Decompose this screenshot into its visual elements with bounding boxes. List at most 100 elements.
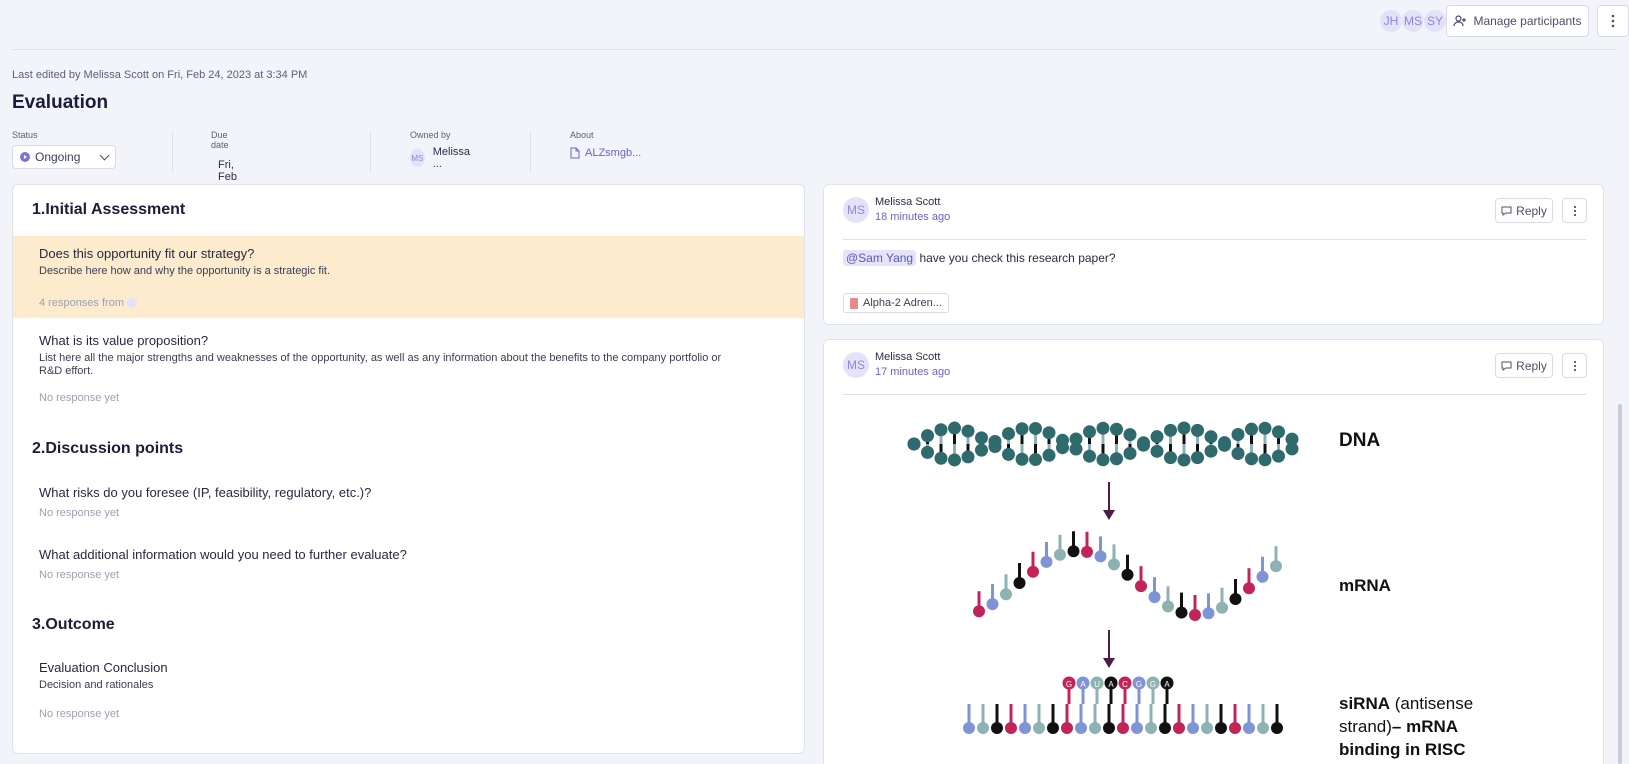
- dna-base: [1258, 421, 1272, 435]
- question-description: List here all the major strengths and we…: [39, 352, 722, 377]
- dna-base: [934, 451, 948, 465]
- participant-avatars[interactable]: JH MS SY: [1379, 9, 1447, 33]
- comment-options-button[interactable]: [1562, 353, 1587, 378]
- mrna-strand: [973, 531, 1282, 621]
- mrna-base: [1159, 722, 1171, 734]
- response-count[interactable]: 4 responses from: [39, 297, 804, 309]
- avatar[interactable]: JH: [1379, 9, 1403, 33]
- reply-button[interactable]: Reply: [1495, 198, 1553, 223]
- dna-base: [1042, 426, 1056, 440]
- base-letter: A: [1108, 680, 1114, 689]
- section-heading: 1.Initial Assessment: [32, 201, 186, 218]
- mrna-base: [1027, 565, 1039, 578]
- reply-icon: [1501, 206, 1512, 216]
- status-select[interactable]: Ongoing: [12, 145, 116, 169]
- sirna-label-line3: binding in RISC: [1339, 740, 1466, 759]
- mrna-base: [1135, 580, 1147, 593]
- avatar: MS: [410, 149, 425, 167]
- about-field: About ALZsmgb...: [570, 130, 641, 159]
- mention-tag[interactable]: @Sam Yang: [843, 250, 917, 266]
- document-icon: [570, 147, 580, 159]
- question-item[interactable]: What is its value proposition? List here…: [13, 333, 804, 404]
- dna-base: [1110, 452, 1123, 466]
- avatar[interactable]: SY: [1423, 9, 1447, 33]
- dna-base: [1056, 433, 1069, 447]
- play-icon: [20, 152, 30, 162]
- base-letter: G: [1066, 680, 1072, 689]
- more-options-button[interactable]: [1597, 5, 1629, 37]
- response-status: No response yet: [39, 569, 120, 581]
- dna-base: [1164, 451, 1177, 465]
- mrna-base: [1175, 606, 1188, 619]
- dna-base: [988, 434, 1002, 448]
- dna-base: [1029, 453, 1042, 467]
- question-item[interactable]: Does this opportunity fit our strategy? …: [13, 236, 804, 318]
- mrna-base: [1121, 568, 1134, 581]
- base-letter: G: [1136, 680, 1142, 689]
- reply-label: Reply: [1516, 358, 1547, 373]
- mrna-base: [1173, 722, 1185, 734]
- mrna-base: [1075, 722, 1087, 734]
- question-item[interactable]: What additional information would you ne…: [13, 547, 804, 581]
- dna-base: [975, 443, 988, 457]
- dna-base: [961, 424, 975, 438]
- divider: [843, 394, 1586, 395]
- mrna-base: [963, 722, 975, 734]
- mrna-base: [1117, 722, 1129, 734]
- attachment-chip[interactable]: Alpha-2 Adren...: [843, 293, 949, 313]
- question-title: Does this opportunity fit our strategy?: [39, 246, 255, 261]
- dna-base: [1069, 442, 1083, 456]
- dna-base: [1191, 423, 1204, 437]
- mrna-base: [1148, 591, 1161, 604]
- mrna-base: [1270, 560, 1282, 573]
- question-item[interactable]: What risks do you foresee (IP, feasibili…: [13, 485, 804, 519]
- dna-base: [961, 450, 975, 464]
- dna-base: [1164, 423, 1177, 437]
- pdf-icon: [850, 297, 858, 309]
- dna-base: [1272, 425, 1285, 439]
- comment-options-button[interactable]: [1562, 198, 1587, 223]
- status-label: Status: [12, 130, 38, 140]
- mrna-base: [986, 598, 999, 611]
- reply-button[interactable]: Reply: [1495, 353, 1553, 378]
- response-status: No response yet: [39, 392, 120, 404]
- mrna-base: [1202, 607, 1215, 620]
- mrna-base: [1033, 722, 1045, 734]
- owner-field: Owned by MS Melissa ...: [410, 130, 473, 170]
- section-heading: 2.Discussion points: [32, 440, 184, 457]
- last-edited-text: Last edited by Melissa Scott on Fri, Feb…: [12, 69, 308, 81]
- dna-base: [1245, 422, 1258, 436]
- arrow-icon: [1103, 482, 1115, 668]
- divider: [843, 239, 1586, 240]
- comment-body: have you check this research paper?: [916, 251, 1116, 265]
- question-title: What additional information would you ne…: [39, 547, 407, 562]
- mrna-base: [1089, 722, 1101, 734]
- about-value: ALZsmgb...: [585, 147, 642, 159]
- avatar[interactable]: MS: [1401, 9, 1425, 33]
- mrna-base: [1145, 722, 1157, 734]
- dna-base: [975, 431, 988, 445]
- dna-base: [1177, 421, 1191, 435]
- mrna-base: [1005, 722, 1017, 734]
- avatar: MS: [843, 197, 869, 223]
- dna-base: [1002, 427, 1015, 441]
- question-title: Evaluation Conclusion: [39, 660, 168, 675]
- evaluation-form: 1.Initial Assessment Does this opportuni…: [12, 184, 805, 754]
- sirna-strand: GAUACGGA: [963, 676, 1283, 734]
- dna-base: [921, 445, 934, 459]
- dna-base: [1204, 444, 1218, 458]
- rna-interference-diagram: GAUACGGA DNA mRNA siRNA (antisense stran…: [907, 421, 1473, 759]
- manage-participants-button[interactable]: Manage participants: [1446, 5, 1589, 37]
- about-link[interactable]: ALZsmgb...: [570, 147, 641, 159]
- chevron-down-icon: [99, 150, 110, 160]
- page-title: Evaluation: [12, 92, 109, 113]
- add-user-icon: [1453, 15, 1467, 27]
- question-item[interactable]: Evaluation Conclusion Decision and ratio…: [13, 660, 804, 720]
- mrna-base: [1162, 600, 1174, 613]
- mrna-base: [1067, 545, 1080, 558]
- mrna-base: [1215, 722, 1227, 734]
- owner-value-row[interactable]: MS Melissa ...: [410, 146, 473, 170]
- scrollbar[interactable]: [1618, 404, 1622, 764]
- question-description: Describe here how and why the opportunit…: [39, 265, 331, 277]
- base-letter: A: [1164, 680, 1170, 689]
